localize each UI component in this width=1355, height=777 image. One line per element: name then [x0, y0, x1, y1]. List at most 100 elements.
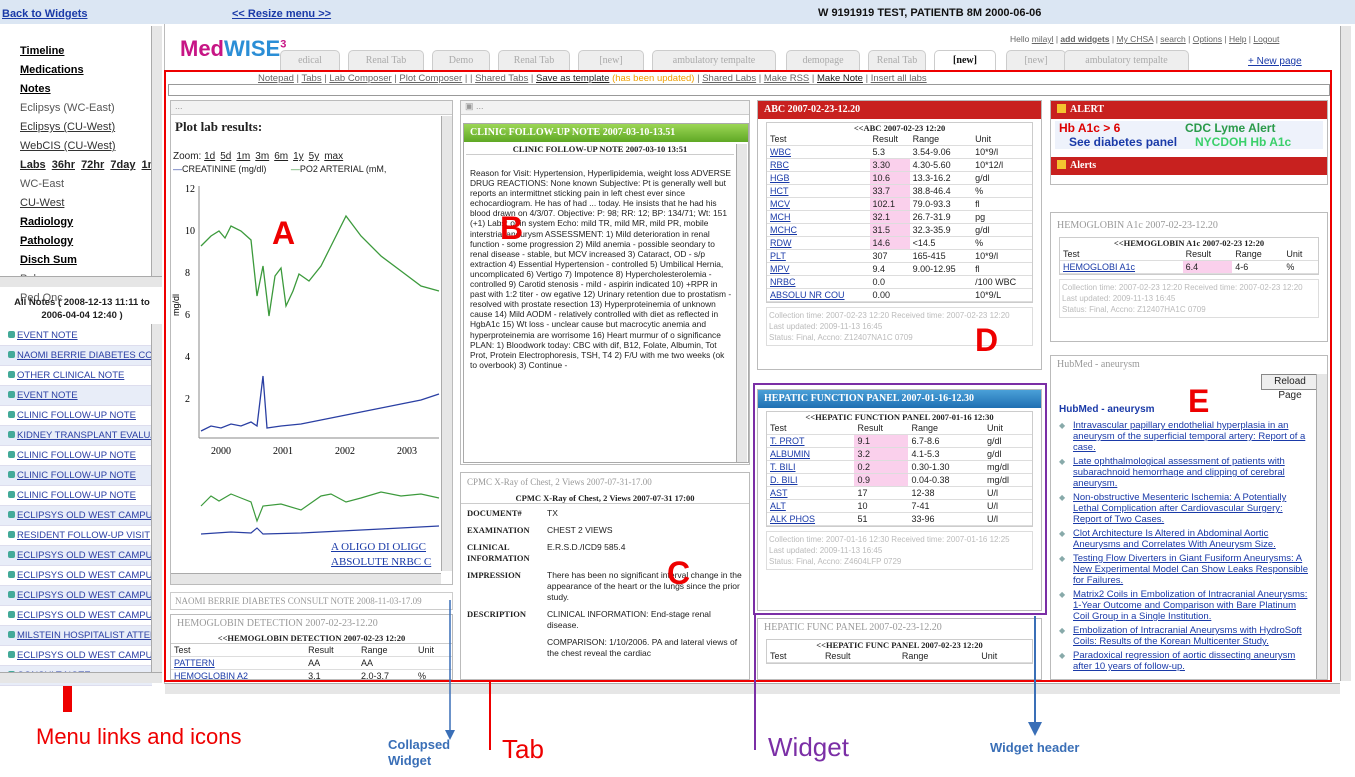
- back-to-widgets-link[interactable]: Back to Widgets: [2, 8, 87, 20]
- menu-pathology[interactable]: Pathology: [0, 232, 152, 251]
- hubmed-article-link[interactable]: Intravascular papillary endothelial hype…: [1051, 420, 1313, 453]
- tab-7[interactable]: Renal Tab: [868, 50, 926, 70]
- hba1c-last-updated: Last updated: 2009-11-13 16:45: [1062, 294, 1176, 303]
- note-item[interactable]: CLINIC FOLLOW-UP NOTE: [0, 406, 152, 426]
- toolbar-lab-composer[interactable]: Lab Composer: [329, 73, 391, 84]
- toolbar-input-strip[interactable]: [168, 84, 1330, 96]
- toolbar-save-template[interactable]: Save as template: [536, 73, 609, 84]
- clinic-header[interactable]: CLINIC FOLLOW-UP NOTE 2007-03-10-13.51: [464, 124, 748, 142]
- tab-6[interactable]: demopage: [786, 50, 860, 70]
- zoom-1y[interactable]: 1y: [293, 151, 304, 162]
- zoom-1d[interactable]: 1d: [204, 151, 215, 162]
- zoom-max[interactable]: max: [324, 151, 343, 162]
- menu-scrollbar[interactable]: [151, 26, 162, 276]
- labs-7day[interactable]: 7day: [110, 159, 135, 171]
- lab-plot-chart[interactable]: 12 10 8 6 4 2 2000 2001 2002 2003 mg/dl: [171, 176, 441, 556]
- hubmed-article-link[interactable]: Testing Flow Diverters in Giant Fusiform…: [1051, 553, 1313, 586]
- menu-eclipsys-wc-east[interactable]: Eclipsys (WC-East): [0, 99, 152, 118]
- alert-diabetes-panel[interactable]: See diabetes panel: [1069, 135, 1177, 149]
- alert-lyme[interactable]: CDC Lyme Alert: [1185, 121, 1275, 135]
- plot-link-nrbc[interactable]: ABSOLUTE NRBC C: [331, 556, 431, 568]
- note-item[interactable]: CLINIC FOLLOW-UP NOTE: [0, 446, 152, 466]
- toolbar-tabs[interactable]: Tabs: [302, 73, 322, 84]
- tab-10[interactable]: ambulatory tempalte: [1064, 50, 1189, 70]
- reload-page-button[interactable]: Reload Page: [1261, 374, 1319, 401]
- tab-0[interactable]: edical: [280, 50, 340, 70]
- user-link[interactable]: milayl: [1032, 34, 1054, 44]
- note-item[interactable]: NAOMI BERRIE DIABETES CONSU: [0, 346, 152, 366]
- logout-link[interactable]: Logout: [1253, 34, 1279, 44]
- note-item[interactable]: ECLIPSYS OLD WEST CAMPUS D: [0, 506, 152, 526]
- note-item[interactable]: RESIDENT FOLLOW-UP VISIT: [0, 526, 152, 546]
- menu-medications[interactable]: Medications: [0, 61, 152, 80]
- hubmed-article-link[interactable]: Late ophthalmological assessment of pati…: [1051, 456, 1313, 489]
- tab-1[interactable]: Renal Tab: [348, 50, 424, 70]
- toolbar-insert-all-labs[interactable]: Insert all labs: [871, 73, 927, 84]
- hubmed-article-link[interactable]: Non-obstructive Mesenteric Ischemia: A P…: [1051, 492, 1313, 525]
- toolbar-shared-labs[interactable]: Shared Labs: [702, 73, 756, 84]
- tab-2[interactable]: Demo: [432, 50, 490, 70]
- menu-wc-east[interactable]: WC-East: [0, 175, 152, 194]
- menu-timeline[interactable]: Timeline: [0, 42, 152, 61]
- menu-cu-west[interactable]: CU-West: [0, 194, 152, 213]
- note-item[interactable]: OTHER CLINICAL NOTE: [0, 366, 152, 386]
- tab-9[interactable]: [new]: [1006, 50, 1066, 70]
- hubmed-article-link[interactable]: Clot Architecture Is Altered in Abdomina…: [1051, 528, 1313, 550]
- menu-labs[interactable]: Labs: [20, 159, 46, 171]
- note-item[interactable]: CLINIC FOLLOW-UP NOTE: [0, 466, 152, 486]
- zoom-3m[interactable]: 3m: [255, 151, 269, 162]
- menu-notes[interactable]: Notes: [0, 80, 152, 99]
- zoom-5y[interactable]: 5y: [309, 151, 320, 162]
- toolbar-plot-composer[interactable]: Plot Composer: [399, 73, 462, 84]
- plot-link-oligo[interactable]: A OLIGO DI OLIGC: [331, 541, 426, 553]
- tab-3[interactable]: Renal Tab: [498, 50, 570, 70]
- menu-eclipsys-cu-west[interactable]: Eclipsys (CU-West): [0, 118, 152, 137]
- note-item[interactable]: EVENT NOTE: [0, 386, 152, 406]
- note-item[interactable]: ECLIPSYS OLD WEST CAMPUS D: [0, 566, 152, 586]
- note-item[interactable]: CLINIC FOLLOW-UP NOTE: [0, 486, 152, 506]
- tab-5[interactable]: ambulatory tempalte: [652, 50, 776, 70]
- alert-hba1c[interactable]: Hb A1c > 6: [1059, 121, 1120, 135]
- zoom-1m[interactable]: 1m: [236, 151, 250, 162]
- labs-36hr[interactable]: 36hr: [52, 159, 75, 171]
- my-chsa-link[interactable]: My CHSA: [1116, 34, 1153, 44]
- toolbar-notepad[interactable]: Notepad: [258, 73, 294, 84]
- plot-scrollbar[interactable]: [441, 116, 452, 571]
- note-item[interactable]: ECLIPSYS OLD WEST CAMPUS D: [0, 546, 152, 566]
- search-link[interactable]: search: [1160, 34, 1186, 44]
- resize-menu-link[interactable]: << Resize menu >>: [232, 8, 331, 20]
- alert-header[interactable]: ALERT: [1051, 101, 1327, 119]
- add-widgets-link[interactable]: add widgets: [1060, 34, 1109, 44]
- menu-radiology[interactable]: Radiology: [0, 213, 152, 232]
- hubmed-header[interactable]: HubMed - aneurysm: [1051, 356, 1327, 374]
- table-row: D. BILI 0.9 0.04-0.38 mg/dl: [767, 473, 1032, 487]
- clinic-scrollbar[interactable]: [736, 144, 747, 462]
- hba1c-header[interactable]: HEMOGLOBIN A1c 2007-02-23-12.20: [1051, 217, 1327, 235]
- menu-webcis[interactable]: WebCIS (CU-West): [0, 137, 152, 156]
- hepatic-header[interactable]: HEPATIC FUNCTION PANEL 2007-01-16-12.30: [758, 390, 1041, 408]
- tab-8[interactable]: [new]: [934, 50, 996, 70]
- labs-72hr[interactable]: 72hr: [81, 159, 104, 171]
- zoom-6m[interactable]: 6m: [274, 151, 288, 162]
- options-link[interactable]: Options: [1193, 34, 1222, 44]
- toolbar-make-rss[interactable]: Make RSS: [764, 73, 809, 84]
- tab-4[interactable]: [new]: [578, 50, 644, 70]
- toolbar-shared-tabs[interactable]: Shared Tabs: [475, 73, 528, 84]
- toolbar-make-note[interactable]: Make Note: [817, 73, 863, 84]
- menu-hscrollbar[interactable]: [0, 276, 162, 287]
- alerts-header[interactable]: Alerts: [1051, 157, 1327, 175]
- clinic-top-strip[interactable]: ▣ ...: [461, 101, 749, 115]
- zoom-5d[interactable]: 5d: [220, 151, 231, 162]
- plot-hscrollbar[interactable]: [171, 573, 441, 584]
- xray-header[interactable]: CPMC X-Ray of Chest, 2 Views 2007-07-31-…: [461, 473, 749, 491]
- note-item[interactable]: KIDNEY TRANSPLANT EVALUATI: [0, 426, 152, 446]
- help-link[interactable]: Help: [1229, 34, 1246, 44]
- menu-disch-sum[interactable]: Disch Sum: [0, 251, 152, 270]
- note-item[interactable]: EVENT NOTE: [0, 326, 152, 346]
- table-row: MCHC 31.5 32.3-35.9 g/dl: [767, 223, 1032, 237]
- new-page-link[interactable]: + New page: [1248, 56, 1302, 67]
- plot-widget-header[interactable]: ...: [171, 101, 452, 115]
- alert-nycdoh[interactable]: NYCDOH Hb A1c: [1195, 135, 1291, 149]
- page-scrollbar[interactable]: [1340, 26, 1351, 681]
- abc-header[interactable]: ABC 2007-02-23-12.20: [758, 101, 1041, 119]
